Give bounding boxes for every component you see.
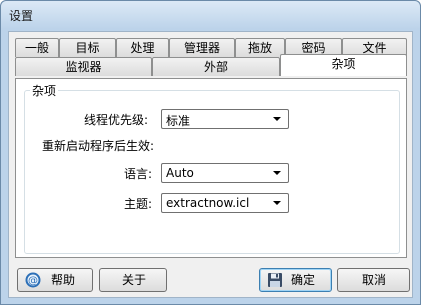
thread-priority-select[interactable]: 标准 — [161, 109, 289, 129]
title-bar[interactable]: 设置 — [1, 1, 420, 29]
chevron-down-icon — [273, 117, 281, 121]
cancel-label: 取消 — [362, 273, 387, 287]
svg-text:@: @ — [28, 276, 38, 287]
language-label: 语言: — [124, 167, 153, 181]
theme-value: extractnow.icl — [166, 196, 250, 210]
tab-label: 外部 — [203, 60, 228, 74]
settings-window: 设置 一般 目标 处理 管理器 拖放 密码 文件 监视器 外部 杂项 杂项 线程… — [0, 0, 421, 305]
tab-external[interactable]: 外部 — [152, 57, 280, 76]
window-title: 设置 — [9, 9, 34, 23]
chevron-down-icon — [273, 171, 281, 175]
save-disk-icon — [268, 273, 282, 287]
ok-label: 确定 — [291, 273, 316, 287]
help-at-icon: @ — [25, 272, 41, 288]
language-value: Auto — [166, 166, 194, 180]
tab-process[interactable]: 处理 — [116, 38, 169, 57]
tab-general[interactable]: 一般 — [15, 38, 59, 57]
group-title: 杂项 — [30, 82, 59, 99]
tab-target[interactable]: 目标 — [59, 38, 116, 57]
tab-label: 监视器 — [65, 60, 102, 74]
tab-drag-drop[interactable]: 拖放 — [235, 38, 285, 57]
tab-label: 杂项 — [331, 57, 356, 71]
tab-label: 目标 — [75, 41, 100, 55]
tab-label: 一般 — [24, 41, 49, 55]
help-button[interactable]: @ 帮助 — [17, 268, 93, 292]
restart-note: 重新启动程序后生效: — [42, 139, 155, 153]
tab-label: 文件 — [362, 41, 387, 55]
ok-button[interactable]: 确定 — [259, 268, 332, 292]
cancel-button[interactable]: 取消 — [337, 268, 410, 292]
tab-misc[interactable]: 杂项 — [280, 54, 407, 76]
about-label: 关于 — [122, 273, 147, 287]
tab-label: 密码 — [301, 41, 326, 55]
thread-priority-label: 线程优先级: — [84, 113, 149, 127]
thread-priority-value: 标准 — [166, 114, 191, 128]
theme-label: 主题: — [124, 197, 153, 211]
theme-select[interactable]: extractnow.icl — [161, 193, 289, 213]
tab-monitor[interactable]: 监视器 — [15, 57, 152, 76]
chevron-down-icon — [273, 201, 281, 205]
dialog-client-area: 一般 目标 处理 管理器 拖放 密码 文件 监视器 外部 杂项 杂项 线程优先级… — [8, 31, 413, 298]
tab-label: 处理 — [130, 41, 155, 55]
language-select[interactable]: Auto — [161, 163, 289, 183]
tab-manager[interactable]: 管理器 — [169, 38, 235, 57]
help-label: 帮助 — [51, 273, 76, 287]
tab-label: 拖放 — [247, 41, 272, 55]
about-button[interactable]: 关于 — [99, 268, 167, 292]
tab-label: 管理器 — [183, 41, 220, 55]
tab-panel-misc: 杂项 线程优先级: 标准 重新启动程序后生效: 语言: Auto 主题: ext… — [15, 78, 407, 258]
